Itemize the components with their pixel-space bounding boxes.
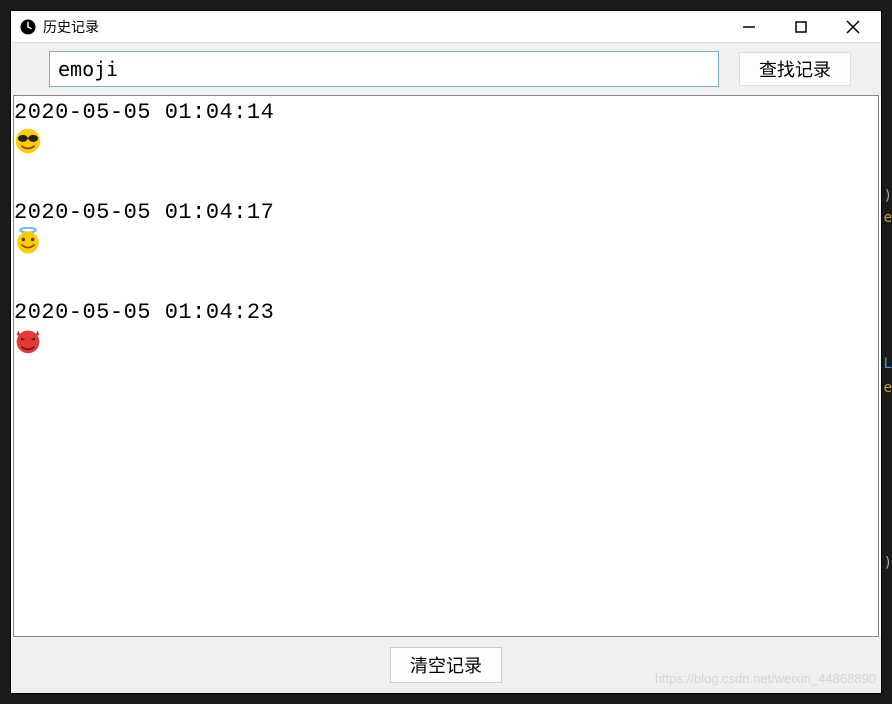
clock-icon [19, 18, 37, 36]
sunglasses-emoji [14, 127, 878, 160]
history-record: 2020-05-05 01:04:23 [14, 300, 878, 360]
history-record: 2020-05-05 01:04:14 [14, 100, 878, 160]
clear-records-button[interactable]: 清空记录 [390, 647, 502, 683]
background-code [0, 0, 892, 10]
titlebar: 历史记录 [11, 11, 881, 43]
bottom-bar: 清空记录 [11, 637, 881, 693]
history-window: 历史记录 查找记录 2020-05-05 01:04:14 [10, 10, 882, 694]
minimize-button[interactable] [737, 15, 761, 39]
close-button[interactable] [841, 15, 865, 39]
search-bar: 查找记录 [11, 43, 881, 95]
window-title: 历史记录 [43, 17, 99, 37]
devil-emoji [14, 327, 878, 360]
records-list[interactable]: 2020-05-05 01:04:14 2020-05-05 01:04:17 [13, 95, 879, 637]
halo-emoji [14, 227, 878, 260]
record-timestamp: 2020-05-05 01:04:23 [14, 300, 878, 327]
search-input[interactable] [49, 51, 719, 87]
window-controls [737, 15, 873, 39]
background-side-chars: ) e L e ) [882, 0, 892, 704]
search-button[interactable]: 查找记录 [739, 52, 851, 86]
record-timestamp: 2020-05-05 01:04:14 [14, 100, 878, 127]
history-record: 2020-05-05 01:04:17 [14, 200, 878, 260]
maximize-button[interactable] [789, 15, 813, 39]
record-timestamp: 2020-05-05 01:04:17 [14, 200, 878, 227]
